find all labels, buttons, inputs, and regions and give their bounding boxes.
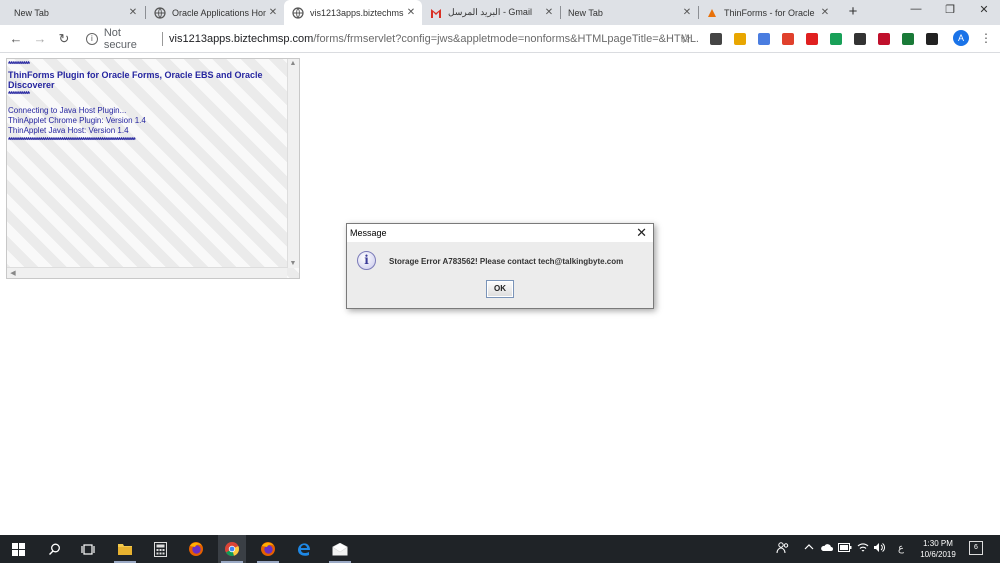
- notification-center-icon[interactable]: 6: [969, 541, 983, 555]
- extension-icon[interactable]: [734, 33, 746, 45]
- tab-new-tab-2[interactable]: New Tab ✕: [560, 0, 698, 25]
- not-secure-label: Not secure: [103, 27, 137, 51]
- tab-title: ThinForms - for Oracle: [724, 7, 815, 18]
- extension-icon[interactable]: [902, 33, 914, 45]
- tab-title: New Tab: [14, 7, 49, 18]
- address-separator: [162, 32, 164, 46]
- horizontal-scrollbar[interactable]: ◀: [7, 267, 287, 278]
- edge-icon[interactable]: [290, 535, 318, 563]
- input-language[interactable]: ع: [898, 543, 904, 554]
- tab-close-icon[interactable]: ✕: [542, 7, 556, 18]
- extension-icon[interactable]: [782, 33, 794, 45]
- file-explorer-icon[interactable]: [111, 535, 139, 563]
- stars-divider: ****************************************…: [8, 136, 136, 145]
- taskbar: ع 1:30 PM 10/6/2019 6: [0, 535, 1000, 563]
- status-line: ThinApplet Chrome Plugin: Version 1.4: [8, 116, 146, 125]
- extension-icon[interactable]: [758, 33, 770, 45]
- extension-icon[interactable]: [710, 33, 722, 45]
- thinforms-icon: [708, 8, 716, 17]
- new-tab-button[interactable]: +: [845, 4, 861, 20]
- clock-time: 1:30 PM: [923, 539, 953, 548]
- close-window-button[interactable]: ✕: [974, 3, 994, 16]
- tab-gmail[interactable]: البريد المرسل - Gmail ✕: [422, 0, 560, 25]
- extension-icon[interactable]: [854, 33, 866, 45]
- back-button[interactable]: ←: [8, 31, 24, 47]
- tab-close-icon[interactable]: ✕: [818, 7, 832, 18]
- clock[interactable]: 1:30 PM 10/6/2019: [912, 538, 964, 560]
- tab-close-icon[interactable]: ✕: [404, 7, 418, 18]
- task-view-icon[interactable]: [74, 535, 102, 563]
- mail-icon[interactable]: [326, 535, 354, 563]
- volume-icon[interactable]: [873, 542, 885, 555]
- menu-icon[interactable]: ⋮: [980, 30, 992, 46]
- globe-icon: [292, 6, 304, 19]
- profile-avatar[interactable]: A: [953, 30, 969, 46]
- ok-button[interactable]: OK: [486, 280, 514, 298]
- tab-new-tab-1[interactable]: New Tab ✕: [6, 0, 144, 25]
- tab-close-icon[interactable]: ✕: [266, 7, 280, 18]
- applet-panel: ********** ThinForms Plugin for Oracle F…: [6, 58, 300, 279]
- scroll-left-icon[interactable]: ◀: [8, 269, 18, 277]
- show-hidden-icons-icon[interactable]: [804, 542, 814, 554]
- tab-strip: New Tab ✕ Oracle Applications Hom ✕ vis1…: [0, 0, 1000, 25]
- firefox-icon[interactable]: [182, 535, 210, 563]
- applet-heading: ThinForms Plugin for Oracle Forms, Oracl…: [8, 70, 263, 90]
- stars-divider: **********: [8, 60, 30, 69]
- minimize-button[interactable]: —: [906, 3, 926, 15]
- vertical-scrollbar[interactable]: ▲ ▼: [287, 59, 299, 268]
- tab-title: vis1213apps.biztechmsp: [310, 7, 404, 18]
- applet-content: ********** ThinForms Plugin for Oracle F…: [8, 60, 288, 146]
- scroll-up-icon[interactable]: ▲: [288, 60, 298, 67]
- info-icon[interactable]: i: [86, 33, 98, 45]
- gmail-icon: [431, 8, 441, 18]
- bookmark-star-icon[interactable]: ☆: [680, 31, 692, 47]
- restore-button[interactable]: ❐: [940, 3, 960, 16]
- tab-close-icon[interactable]: ✕: [680, 7, 694, 18]
- tab-title: New Tab: [568, 7, 603, 18]
- status-line: ThinApplet Java Host: Version 1.4: [8, 126, 129, 135]
- search-icon[interactable]: [40, 535, 68, 563]
- dialog-title: Message: [350, 228, 387, 238]
- wifi-icon[interactable]: [857, 542, 869, 555]
- clock-date: 10/6/2019: [920, 550, 956, 559]
- url-path: /forms/frmservlet?config=jws&appletmode=…: [313, 33, 698, 45]
- onedrive-icon[interactable]: [820, 543, 833, 554]
- stars-divider: **********: [8, 90, 30, 99]
- extension-icon[interactable]: [806, 33, 818, 45]
- tab-oracle-applications[interactable]: Oracle Applications Hom ✕: [146, 0, 284, 25]
- scroll-down-icon[interactable]: ▼: [288, 260, 298, 267]
- dialog-close-icon[interactable]: ✕: [636, 224, 647, 242]
- tab-close-icon[interactable]: ✕: [126, 7, 140, 18]
- tab-thinforms[interactable]: ThinForms - for Oracle ✕: [698, 0, 836, 25]
- reload-button[interactable]: ↻: [56, 31, 72, 47]
- message-dialog: Message ✕ i Storage Error A783562! Pleas…: [346, 223, 654, 309]
- dialog-message: Storage Error A783562! Please contact te…: [389, 257, 624, 266]
- tab-title: البريد المرسل - Gmail: [448, 7, 532, 17]
- extension-icon[interactable]: [830, 33, 842, 45]
- url-host: vis1213apps.biztechmsp.com: [169, 33, 314, 45]
- extension-icon[interactable]: [878, 33, 890, 45]
- chrome-icon[interactable]: [218, 535, 246, 563]
- globe-icon: [154, 6, 166, 19]
- people-icon[interactable]: [776, 541, 790, 557]
- tab-vis1213apps[interactable]: vis1213apps.biztechmsp ✕: [284, 0, 422, 25]
- battery-icon[interactable]: [838, 543, 852, 554]
- tab-title: Oracle Applications Hom: [172, 7, 266, 18]
- status-line: Connecting to Java Host Plugin...: [8, 106, 127, 115]
- browser-toolbar: ← → ↻ i Not secure vis1213apps.biztechms…: [0, 25, 1000, 53]
- forward-button[interactable]: →: [32, 31, 48, 47]
- information-icon: i: [357, 251, 376, 270]
- address-bar[interactable]: i Not secure vis1213apps.biztechmsp.com …: [78, 27, 698, 51]
- extension-icon[interactable]: [926, 33, 938, 45]
- windows-start-icon[interactable]: [4, 535, 32, 563]
- dialog-titlebar[interactable]: Message ✕: [347, 224, 653, 242]
- firefox-icon-2[interactable]: [254, 535, 282, 563]
- calculator-icon[interactable]: [146, 535, 174, 563]
